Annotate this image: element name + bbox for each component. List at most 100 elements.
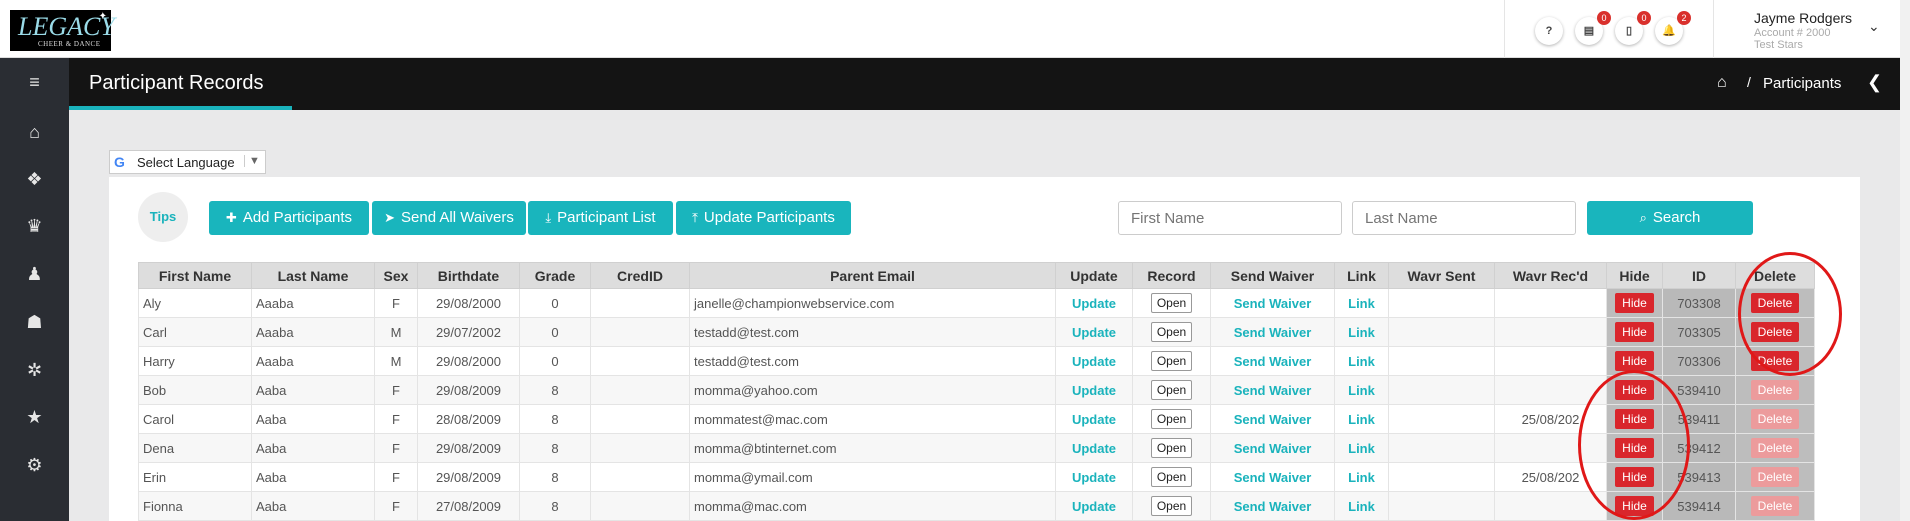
delete-button[interactable]: Delete	[1750, 351, 1800, 371]
update-link[interactable]: Update	[1072, 296, 1116, 311]
column-header: Hide	[1606, 262, 1663, 289]
star-icon[interactable]: ★	[0, 397, 69, 437]
open-record-button[interactable]: Open	[1150, 380, 1193, 400]
waiver-link[interactable]: Link	[1348, 383, 1375, 398]
update-link[interactable]: Update	[1072, 354, 1116, 369]
hide-button[interactable]: Hide	[1615, 380, 1654, 400]
open-record-button[interactable]: Open	[1150, 351, 1193, 371]
send-waiver-link[interactable]: Send Waiver	[1234, 354, 1312, 369]
documents-button[interactable]: ▯ 0	[1615, 11, 1651, 45]
hide-button[interactable]: Hide	[1615, 438, 1654, 458]
update-link[interactable]: Update	[1072, 325, 1116, 340]
help-button[interactable]: ?	[1535, 17, 1563, 45]
waiver-link[interactable]: Link	[1348, 470, 1375, 485]
column-header[interactable]: Wavr Sent	[1388, 262, 1495, 289]
users-icon[interactable]: ☗	[0, 302, 69, 342]
column-header[interactable]: Birthdate	[417, 262, 520, 289]
update-link[interactable]: Update	[1072, 383, 1116, 398]
open-record-button[interactable]: Open	[1150, 409, 1193, 429]
scrollbar[interactable]	[1900, 0, 1910, 521]
update-link[interactable]: Update	[1072, 412, 1116, 427]
waiver-link[interactable]: Link	[1348, 296, 1375, 311]
add-user-icon[interactable]: ♟	[0, 254, 69, 294]
language-select[interactable]: G Select Language ▼	[109, 150, 266, 174]
waiver-sent-cell	[1388, 317, 1495, 347]
gear-icon[interactable]: ✲	[0, 350, 69, 390]
sex-cell: F	[374, 288, 418, 318]
waiver-sent-cell	[1388, 433, 1495, 463]
column-header[interactable]: CredID	[590, 262, 690, 289]
update-link[interactable]: Update	[1072, 470, 1116, 485]
open-record-button[interactable]: Open	[1150, 322, 1193, 342]
last-name-input[interactable]	[1352, 201, 1576, 235]
update-participants-button[interactable]: ⤒ Update Participants	[676, 201, 851, 235]
add-participants-button[interactable]: ✚ Add Participants	[209, 201, 369, 235]
hide-cell: Hide	[1606, 404, 1663, 434]
open-record-button[interactable]: Open	[1150, 438, 1193, 458]
send-waiver-link[interactable]: Send Waiver	[1234, 499, 1312, 514]
first-name-input[interactable]	[1118, 201, 1342, 235]
settings-icon[interactable]: ⚙	[0, 445, 69, 485]
cards-button[interactable]: ▤ 0	[1575, 11, 1611, 45]
column-header[interactable]: Sex	[374, 262, 418, 289]
parent-email-cell: janelle@championwebservice.com	[689, 288, 1056, 318]
tips-button[interactable]: Tips	[138, 192, 188, 242]
record-cell: Open	[1132, 375, 1211, 405]
hide-button[interactable]: Hide	[1615, 351, 1654, 371]
notifications-button[interactable]: 🔔 2	[1655, 11, 1691, 45]
column-header[interactable]: Wavr Rec'd	[1494, 262, 1607, 289]
birthdate-cell: 28/08/2009	[417, 404, 520, 434]
participant-list-button[interactable]: ⤓ Participant List	[528, 201, 673, 235]
hide-button[interactable]: Hide	[1615, 467, 1654, 487]
chevron-down-icon[interactable]: ⌄	[1868, 18, 1880, 35]
send-waiver-link[interactable]: Send Waiver	[1234, 296, 1312, 311]
last-name-cell: Aaba	[251, 375, 375, 405]
parent-email-cell: testadd@test.com	[689, 346, 1056, 376]
update-link[interactable]: Update	[1072, 499, 1116, 514]
chevron-left-icon[interactable]: ❮	[1867, 72, 1882, 93]
column-header[interactable]: Parent Email	[689, 262, 1056, 289]
card-icon: ▤	[1583, 25, 1595, 37]
table-row: Fionna Aaba F 27/08/2009 8 momma@mac.com Updat…	[138, 491, 1815, 521]
brand-logo[interactable]: LEGACY ✦ CHEER & DANCE	[10, 10, 115, 51]
delete-button[interactable]: Delete	[1750, 293, 1800, 313]
hide-button[interactable]: Hide	[1615, 322, 1654, 342]
cred-id-cell	[590, 462, 690, 492]
sidebar: ≡ ⌂ ❖ ♛ ♟ ☗ ✲ ★ ⚙	[0, 58, 69, 521]
waiver-link[interactable]: Link	[1348, 499, 1375, 514]
waiver-link[interactable]: Link	[1348, 325, 1375, 340]
menu-toggle-icon[interactable]: ≡	[0, 62, 69, 102]
hide-button[interactable]: Hide	[1615, 496, 1654, 516]
send-waiver-link[interactable]: Send Waiver	[1234, 470, 1312, 485]
column-header[interactable]: Grade	[519, 262, 591, 289]
first-name-cell: Dena	[138, 433, 252, 463]
send-waiver-link[interactable]: Send Waiver	[1234, 412, 1312, 427]
update-link[interactable]: Update	[1072, 441, 1116, 456]
hide-button[interactable]: Hide	[1615, 293, 1654, 313]
parent-email-cell: momma@yahoo.com	[689, 375, 1056, 405]
search-button[interactable]: ⌕ Search	[1587, 201, 1753, 235]
send-waiver-link[interactable]: Send Waiver	[1234, 383, 1312, 398]
send-all-waivers-button[interactable]: ➤ Send All Waivers	[372, 201, 526, 235]
send-waiver-link[interactable]: Send Waiver	[1234, 325, 1312, 340]
open-record-button[interactable]: Open	[1150, 467, 1193, 487]
delete-button[interactable]: Delete	[1750, 322, 1800, 342]
trophy-icon[interactable]: ♛	[0, 206, 69, 246]
open-record-button[interactable]: Open	[1150, 496, 1193, 516]
user-name[interactable]: Jayme Rodgers	[1754, 10, 1852, 26]
column-header[interactable]: Last Name	[251, 262, 375, 289]
record-cell: Open	[1132, 491, 1211, 521]
home-icon[interactable]: ⌂	[1717, 74, 1727, 92]
cubes-icon[interactable]: ❖	[0, 159, 69, 199]
send-waiver-link[interactable]: Send Waiver	[1234, 441, 1312, 456]
waiver-link[interactable]: Link	[1348, 441, 1375, 456]
hide-button[interactable]: Hide	[1615, 409, 1654, 429]
home-icon[interactable]: ⌂	[0, 112, 69, 152]
column-header: Send Waiver	[1210, 262, 1335, 289]
column-header[interactable]: ID	[1662, 262, 1736, 289]
search-icon: ⌕	[1639, 210, 1647, 225]
waiver-link[interactable]: Link	[1348, 412, 1375, 427]
column-header[interactable]: First Name	[138, 262, 252, 289]
waiver-link[interactable]: Link	[1348, 354, 1375, 369]
open-record-button[interactable]: Open	[1150, 293, 1193, 313]
